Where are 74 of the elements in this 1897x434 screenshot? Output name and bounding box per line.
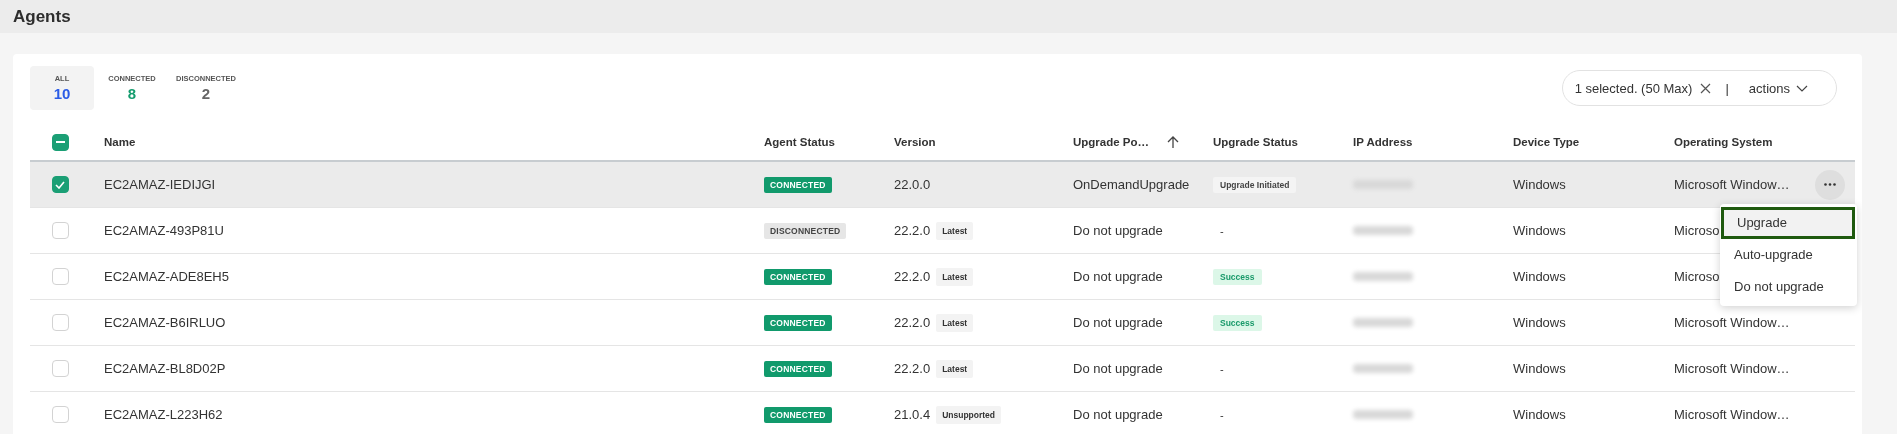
menu-item[interactable]: Upgrade — [1721, 206, 1855, 239]
status-badge: CONNECTED — [764, 360, 832, 377]
device-type: Windows — [1513, 223, 1566, 238]
actions-dropdown[interactable]: actions — [1748, 80, 1808, 96]
operating-system: Microsoft Window… — [1674, 407, 1790, 422]
upgrade-policy: Do not upgrade — [1073, 223, 1163, 238]
empty-value: - — [1219, 224, 1224, 237]
agent-name: EC2AMAZ-ADE8EH5 — [104, 269, 229, 284]
agent-name: EC2AMAZ-493P81U — [104, 223, 224, 238]
version-tag: Unsupported — [936, 405, 1002, 424]
version-text: 22.2.0 — [894, 269, 931, 284]
status-badge: CONNECTED — [764, 406, 832, 423]
clear-selection-icon[interactable] — [1700, 82, 1712, 94]
minus-icon — [55, 141, 65, 143]
select-all-checkbox[interactable] — [51, 133, 69, 151]
version-text: 21.0.4 — [894, 407, 931, 422]
operating-system: Microso — [1674, 269, 1720, 284]
version-tag: Latest — [936, 313, 974, 332]
chevron-down-icon — [1796, 84, 1808, 92]
upgrade-policy: Do not upgrade — [1073, 269, 1163, 284]
column-header[interactable]: Name — [104, 136, 136, 148]
column-header[interactable]: Operating System — [1674, 136, 1773, 148]
column-header[interactable]: Upgrade Status — [1213, 136, 1298, 148]
upgrade-status-badge: Success — [1213, 314, 1262, 331]
version-text: 22.2.0 — [894, 315, 931, 330]
version-text: 22.2.0 — [894, 223, 931, 238]
empty-value: - — [1219, 408, 1224, 421]
status-badge: CONNECTED — [764, 314, 832, 331]
column-header[interactable]: Agent Status — [764, 136, 835, 148]
row-checkbox[interactable] — [51, 176, 69, 193]
sort-ascending-icon[interactable] — [1167, 135, 1180, 149]
device-type: Windows — [1513, 177, 1566, 192]
version-text: 22.2.0 — [894, 361, 931, 376]
column-header[interactable]: Version — [894, 136, 936, 148]
blurred-ip-address — [1353, 410, 1413, 419]
empty-value: - — [1219, 362, 1224, 375]
upgrade-policy: Do not upgrade — [1073, 315, 1163, 330]
upgrade-status-badge: Upgrade Initiated — [1213, 176, 1297, 193]
page-title: Agents — [13, 6, 71, 27]
more-icon — [1824, 183, 1836, 186]
selection-count: 1 selected. (50 Max) — [1574, 80, 1693, 96]
check-icon — [55, 180, 65, 189]
column-header[interactable]: Upgrade Po… — [1073, 136, 1150, 148]
device-type: Windows — [1513, 315, 1566, 330]
agent-name: EC2AMAZ-B6IRLUO — [104, 315, 226, 330]
column-header[interactable]: IP Address — [1353, 136, 1413, 148]
status-badge: CONNECTED — [764, 176, 832, 193]
blurred-ip-address — [1353, 226, 1413, 235]
blurred-ip-address — [1353, 272, 1413, 281]
upgrade-status-badge: Success — [1213, 268, 1262, 285]
agent-name: EC2AMAZ-BL8D02P — [104, 361, 226, 376]
blurred-ip-address — [1353, 318, 1413, 327]
device-type: Windows — [1513, 361, 1566, 376]
status-badge: DISCONNECTED — [764, 222, 847, 239]
column-header[interactable]: Device Type — [1513, 136, 1580, 148]
more-options-button[interactable] — [1815, 169, 1845, 200]
agent-name: EC2AMAZ-L223H62 — [104, 407, 223, 422]
version-tag: Latest — [936, 359, 974, 378]
blurred-ip-address — [1353, 364, 1413, 373]
version-text: 22.0.0 — [894, 177, 931, 192]
operating-system: Microso — [1674, 223, 1720, 238]
device-type: Windows — [1513, 407, 1566, 422]
operating-system: Microsoft Window… — [1674, 315, 1790, 330]
version-tag: Latest — [936, 221, 974, 240]
separator: | — [1725, 80, 1729, 96]
upgrade-policy: OnDemandUpgrade — [1073, 177, 1190, 192]
version-tag: Latest — [936, 267, 974, 286]
upgrade-policy: Do not upgrade — [1073, 407, 1163, 422]
operating-system: Microsoft Window… — [1674, 177, 1790, 192]
agent-name: EC2AMAZ-IEDIJGI — [104, 177, 216, 192]
operating-system: Microsoft Window… — [1674, 361, 1790, 376]
device-type: Windows — [1513, 269, 1566, 284]
upgrade-policy: Do not upgrade — [1073, 361, 1163, 376]
status-badge: CONNECTED — [764, 268, 832, 285]
